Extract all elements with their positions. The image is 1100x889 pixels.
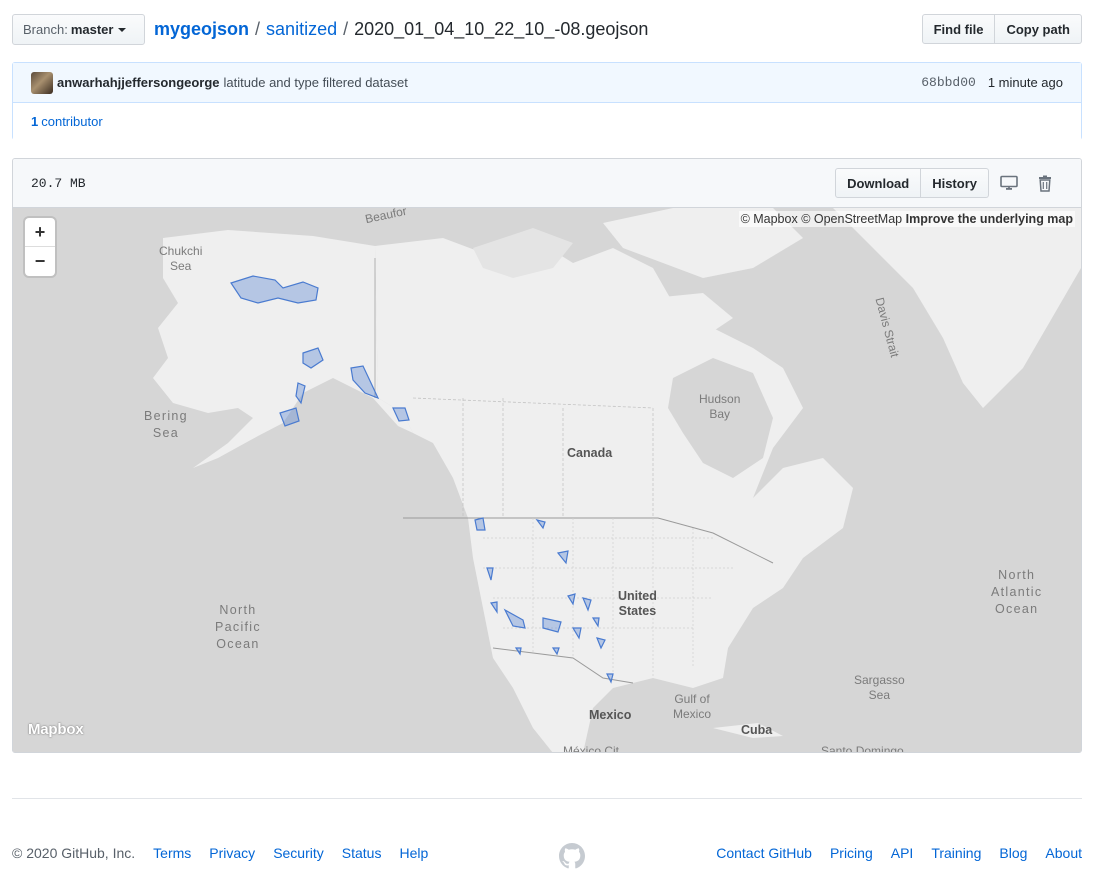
contributors-count[interactable]: 1 [31, 114, 38, 129]
breadcrumb-dir-link[interactable]: sanitized [266, 19, 337, 40]
map-label-hudson: Hudson Bay [699, 392, 741, 421]
file-size: 20.7 MB [31, 175, 86, 191]
map-label-mexico: Mexico [589, 708, 632, 722]
commit-meta: 68bbd00 1 minute ago [921, 75, 1063, 90]
branch-label: Branch: [23, 22, 68, 37]
improve-map-link[interactable]: Improve the underlying map [906, 212, 1073, 226]
geojson-map[interactable]: Chukchi Sea Beaufor Bering Sea Davis Str… [13, 208, 1081, 753]
breadcrumb-repo-link[interactable]: mygeojson [154, 19, 249, 40]
footer-link-about[interactable]: About [1045, 845, 1082, 861]
map-label-north-pacific: North Pacific Ocean [215, 603, 261, 651]
file-action-buttons: Download History [835, 168, 989, 198]
zoom-in-button[interactable]: + [25, 218, 55, 247]
breadcrumb: mygeojson / sanitized / 2020_01_04_10_22… [154, 19, 648, 40]
map-label-mexico-city: México Cit [563, 744, 620, 753]
mapbox-logo[interactable]: Mapbox [28, 721, 84, 738]
branch-value: master [70, 22, 114, 37]
attribution-text[interactable]: © Mapbox © OpenStreetMap [741, 212, 903, 226]
map-label-bering: Bering Sea [144, 409, 188, 440]
zoom-out-button[interactable]: − [25, 247, 55, 276]
history-button[interactable]: History [921, 168, 989, 198]
zoom-control: + − [25, 218, 55, 276]
commit-sha-link[interactable]: 68bbd00 [921, 75, 976, 90]
contributors-row: 1 contributor [13, 103, 1081, 140]
contributors-link[interactable]: contributor [41, 114, 102, 129]
footer-link-security[interactable]: Security [273, 845, 324, 861]
site-footer: © 2020 GitHub, Inc. Terms Privacy Securi… [12, 843, 1082, 863]
avatar[interactable] [31, 71, 53, 94]
commit-author-link[interactable]: anwarhahjjeffersongeorge [57, 75, 220, 90]
footer-right-links: Contact GitHub Pricing API Training Blog… [716, 845, 1082, 861]
footer-link-pricing[interactable]: Pricing [830, 845, 873, 861]
find-file-button[interactable]: Find file [921, 14, 996, 44]
footer-link-api[interactable]: API [891, 845, 914, 861]
map-label-canada: Canada [567, 446, 613, 460]
footer-link-privacy[interactable]: Privacy [209, 845, 255, 861]
breadcrumb-separator: / [255, 19, 261, 39]
commit-tease: anwarhahjjeffersongeorge latitude and ty… [12, 62, 1082, 140]
desktop-icon[interactable] [991, 168, 1027, 198]
map-label-gulf-mexico: Gulf of Mexico [673, 692, 712, 721]
map-label-chukchi: Chukchi Sea [159, 244, 203, 273]
map-label-us: United States [618, 589, 657, 618]
footer-link-help[interactable]: Help [399, 845, 428, 861]
file-header: 20.7 MB Download History [13, 159, 1081, 208]
download-button[interactable]: Download [835, 168, 922, 198]
commit-time: 1 minute ago [987, 75, 1063, 90]
branch-selector-button[interactable]: Branch: master [12, 14, 145, 45]
map-label-santo-domingo: Santo Domingo [821, 744, 904, 753]
footer-divider [12, 798, 1082, 799]
copy-path-button[interactable]: Copy path [995, 14, 1082, 44]
file-nav-actions: Find file Copy path [921, 14, 1082, 44]
caret-down-icon [118, 27, 127, 32]
footer-link-training[interactable]: Training [931, 845, 981, 861]
breadcrumb-file-name: 2020_01_04_10_22_10_-08.geojson [354, 19, 649, 39]
footer-link-status[interactable]: Status [342, 845, 382, 861]
file-viewer: 20.7 MB Download History Chukchi Sea Bea… [12, 158, 1082, 753]
map-canvas [13, 208, 1081, 752]
commit-message-link[interactable]: latitude and type filtered dataset [224, 75, 408, 90]
map-label-sargasso: Sargasso Sea [854, 673, 905, 702]
map-attribution: © Mapbox © OpenStreetMap Improve the und… [738, 211, 1075, 227]
file-nav: Branch: master mygeojson / sanitized / 2… [12, 14, 1082, 45]
file-actions: Download History [835, 168, 1063, 198]
breadcrumb-separator: / [343, 19, 349, 39]
map-label-cuba: Cuba [741, 723, 773, 737]
trash-icon[interactable] [1027, 168, 1063, 198]
footer-copyright: © 2020 GitHub, Inc. [12, 845, 136, 861]
commit-header: anwarhahjjeffersongeorge latitude and ty… [13, 63, 1081, 103]
footer-link-blog[interactable]: Blog [999, 845, 1027, 861]
github-mark-icon[interactable] [559, 843, 585, 869]
map-label-north-atlantic: North Atlantic Ocean [991, 568, 1043, 616]
footer-link-contact[interactable]: Contact GitHub [716, 845, 812, 861]
footer-link-terms[interactable]: Terms [153, 845, 191, 861]
